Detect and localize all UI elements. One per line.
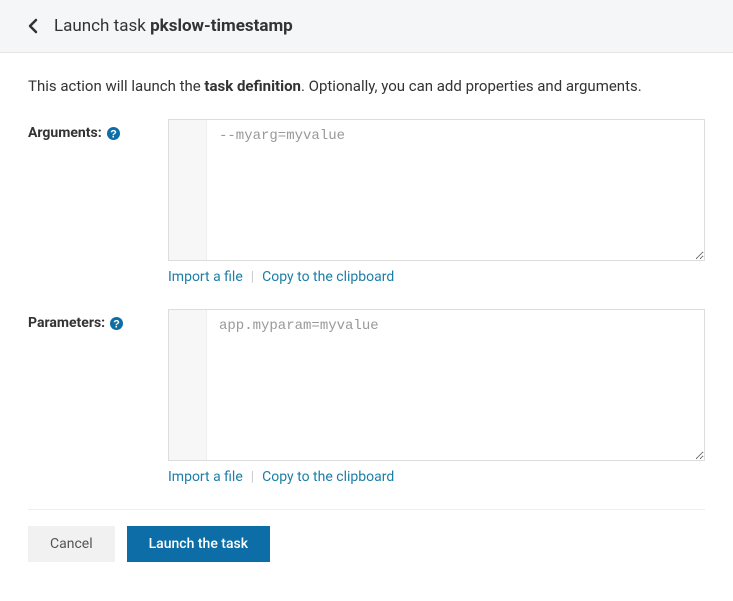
footer-actions: Cancel Launch the task bbox=[28, 509, 705, 562]
help-icon[interactable]: ? bbox=[106, 126, 121, 141]
page-header: Launch task pkslow-timestamp bbox=[0, 0, 733, 53]
cancel-button[interactable]: Cancel bbox=[28, 526, 115, 562]
arguments-import-link[interactable]: Import a file bbox=[168, 269, 243, 285]
arguments-actions: Import a file | Copy to the clipboard bbox=[168, 269, 705, 285]
parameters-actions: Import a file | Copy to the clipboard bbox=[168, 469, 705, 485]
intro-before: This action will launch the bbox=[28, 77, 204, 95]
parameters-label: Parameters: bbox=[28, 315, 105, 331]
arguments-label-wrap: Arguments: ? bbox=[28, 119, 168, 141]
arguments-row: Arguments: ? Import a file | Copy to the… bbox=[28, 119, 705, 285]
parameters-control: Import a file | Copy to the clipboard bbox=[168, 309, 705, 485]
link-divider: | bbox=[251, 269, 254, 285]
arguments-label: Arguments: bbox=[28, 125, 102, 141]
help-icon[interactable]: ? bbox=[109, 316, 124, 331]
parameters-label-wrap: Parameters: ? bbox=[28, 309, 168, 331]
parameters-import-link[interactable]: Import a file bbox=[168, 469, 243, 485]
svg-text:?: ? bbox=[110, 128, 117, 140]
svg-text:?: ? bbox=[113, 318, 120, 330]
parameters-row: Parameters: ? Import a file | Copy to th… bbox=[28, 309, 705, 485]
arguments-copy-link[interactable]: Copy to the clipboard bbox=[262, 269, 394, 285]
back-icon[interactable] bbox=[28, 18, 38, 34]
textarea-gutter bbox=[169, 310, 207, 460]
arguments-textarea[interactable] bbox=[207, 120, 704, 260]
arguments-control: Import a file | Copy to the clipboard bbox=[168, 119, 705, 285]
intro-bold: task definition bbox=[204, 77, 301, 95]
page-title: Launch task pkslow-timestamp bbox=[54, 16, 293, 36]
parameters-textarea-wrap bbox=[168, 309, 705, 461]
arguments-textarea-wrap bbox=[168, 119, 705, 261]
page-title-prefix: Launch task bbox=[54, 16, 150, 36]
textarea-gutter bbox=[169, 120, 207, 260]
intro-text: This action will launch the task definit… bbox=[28, 77, 705, 95]
intro-after: . Optionally, you can add properties and… bbox=[301, 77, 642, 95]
link-divider: | bbox=[251, 469, 254, 485]
content-area: This action will launch the task definit… bbox=[0, 53, 733, 586]
parameters-copy-link[interactable]: Copy to the clipboard bbox=[262, 469, 394, 485]
launch-button[interactable]: Launch the task bbox=[127, 526, 270, 562]
page-title-task: pkslow-timestamp bbox=[150, 16, 293, 36]
parameters-textarea[interactable] bbox=[207, 310, 704, 460]
